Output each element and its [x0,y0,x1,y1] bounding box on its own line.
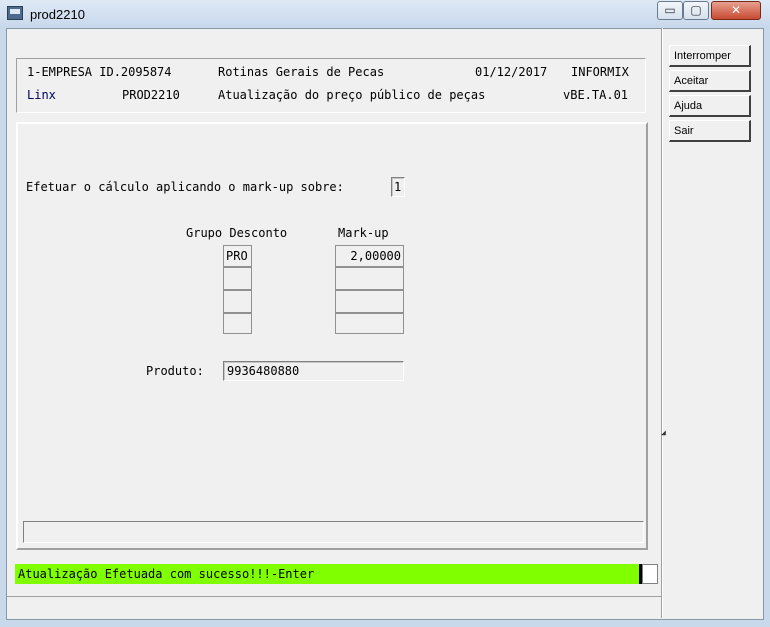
produto-label: Produto: [146,364,204,378]
grupo-desconto-cell-1[interactable]: PRO [223,245,252,267]
sidebar-divider-highlight [662,28,663,618]
resize-grip-icon[interactable]: ◢ [661,428,666,437]
message-input[interactable] [642,564,658,584]
header-date: 01/12/2017 [475,65,548,79]
title-bar[interactable] [0,0,770,28]
company-id: 1-EMPRESA ID.2095874 [27,65,172,79]
ajuda-button[interactable]: Ajuda [669,95,751,117]
grupo-desconto-cell-3[interactable] [223,290,252,313]
markup-prompt-label: Efetuar o cálculo aplicando o mark-up so… [26,180,344,194]
minimize-button[interactable]: ▭ [657,1,683,20]
mark-up-cell-1[interactable]: 2,00000 [335,245,404,267]
mark-up-cell-4[interactable] [335,313,404,334]
module-name: Rotinas Gerais de Pecas [218,65,385,79]
mark-up-cell-2[interactable] [335,267,404,290]
maximize-button[interactable]: ▢ [683,1,709,20]
grupo-desconto-cell-2[interactable] [223,267,252,290]
database-name: INFORMIX [571,65,629,79]
column-header-grupo-desconto: Grupo Desconto [186,226,288,240]
program-code: PROD2210 [122,88,180,102]
grupo-desconto-cell-4[interactable] [223,313,252,334]
brand-label: Linx [27,88,56,102]
status-line-field [23,521,644,543]
app-window-icon [7,6,23,20]
sair-button[interactable]: Sair [669,120,751,142]
column-header-mark-up: Mark-up [338,226,389,240]
status-message: Atualização Efetuada com sucesso!!!-Ente… [15,564,640,584]
program-description: Atualização do preço público de peças [218,88,486,102]
bottom-divider [7,596,662,597]
window-title: prod2210 [30,7,85,22]
interromper-button[interactable]: Interromper [669,45,751,67]
produto-input[interactable]: 9936480880 [223,361,404,381]
close-button[interactable]: ✕ [711,1,761,20]
program-version: vBE.TA.01 [563,88,629,102]
mark-up-cell-3[interactable] [335,290,404,313]
aceitar-button[interactable]: Aceitar [669,70,751,92]
markup-option-input[interactable]: 1 [391,177,405,197]
